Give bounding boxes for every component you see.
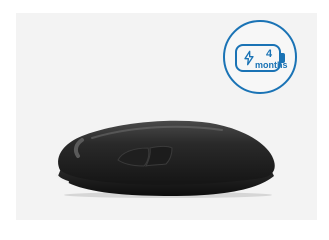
battery-duration-value: 4 [265, 48, 273, 60]
mouse-icon [55, 120, 275, 198]
battery-duration: 4 months [255, 48, 288, 71]
product-image-frame: 4 months [0, 0, 329, 240]
battery-cap [281, 53, 285, 63]
battery-icon: 4 months [235, 44, 288, 72]
battery-life-badge: 4 months [223, 20, 297, 94]
battery-duration-unit: months [255, 60, 288, 70]
